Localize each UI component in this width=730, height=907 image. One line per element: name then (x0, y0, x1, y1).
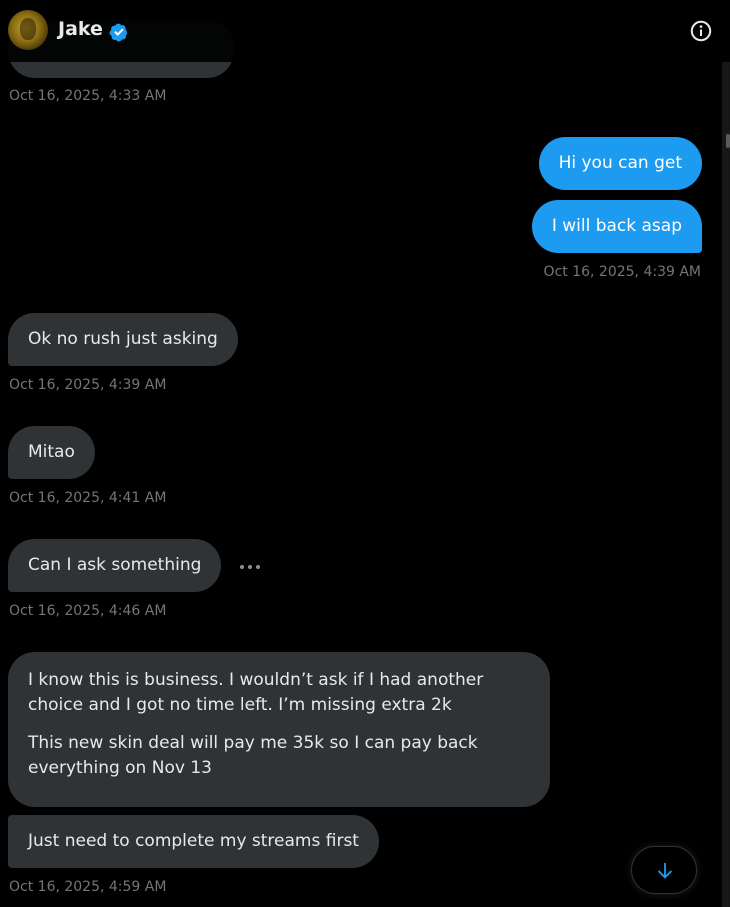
received-message-bubble[interactable]: Just need to complete my streams first (8, 815, 379, 868)
scrollbar-thumb[interactable] (726, 134, 730, 148)
verified-badge-icon (109, 23, 128, 42)
contact-name[interactable]: Jake (58, 18, 103, 40)
conversation-header: Jake (0, 0, 730, 62)
received-message-bubble[interactable]: Ok no rush just asking (8, 313, 238, 366)
received-message-bubble[interactable]: Can I ask something (8, 539, 222, 592)
dm-conversation: Jake Oct 16, 2025, 4:33 AM Hi you can ge… (0, 0, 730, 907)
sent-message-bubble[interactable]: Hi you can get (538, 137, 702, 190)
info-icon[interactable] (689, 19, 713, 43)
message-paragraph: This new skin deal will pay me 35k so I … (28, 733, 478, 778)
message-timestamp: Oct 16, 2025, 4:41 AM (9, 490, 167, 506)
message-timestamp: Oct 16, 2025, 4:39 AM (543, 264, 701, 280)
received-message-bubble[interactable]: Mitao (8, 426, 95, 479)
more-options-icon[interactable] (238, 558, 262, 574)
arrow-down-icon (658, 862, 672, 879)
avatar[interactable] (8, 10, 48, 50)
scroll-to-bottom-button[interactable] (631, 846, 697, 894)
message-timestamp: Oct 16, 2025, 4:46 AM (9, 603, 167, 619)
received-message-bubble[interactable]: I know this is business. I wouldn’t ask … (8, 652, 550, 807)
message-timestamp: Oct 16, 2025, 4:59 AM (9, 879, 167, 895)
scrollbar[interactable] (722, 62, 730, 907)
message-paragraph: I know this is business. I wouldn’t ask … (28, 670, 484, 715)
message-timestamp: Oct 16, 2025, 4:33 AM (9, 88, 167, 104)
sent-message-bubble[interactable]: I will back asap (531, 200, 702, 253)
message-timestamp: Oct 16, 2025, 4:39 AM (9, 377, 167, 393)
